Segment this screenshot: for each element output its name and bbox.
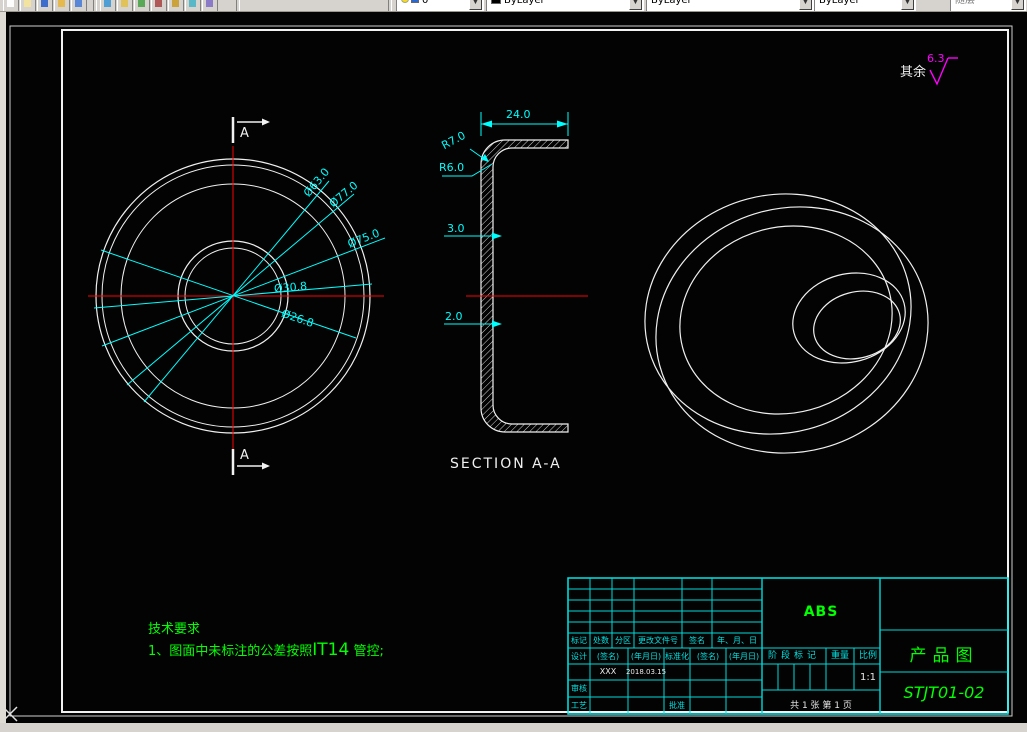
open-file-icon[interactable] (20, 0, 36, 11)
toolbar-separator (236, 0, 240, 11)
undo-icon[interactable] (100, 0, 116, 11)
match-properties-icon[interactable] (185, 0, 201, 11)
layers-dialog-icon[interactable] (202, 0, 218, 11)
color-combo-dropdown-icon[interactable]: ▼ (629, 0, 642, 10)
tb-material: ABS (803, 604, 839, 620)
color-control-value: ByLayer (504, 0, 545, 6)
properties-icon[interactable] (168, 0, 184, 11)
print-icon[interactable] (54, 0, 70, 11)
tb-stage-mark-label: 阶段标记 (767, 651, 820, 661)
linetype-control-value: ByLayer (651, 0, 692, 6)
tech-req-suffix: 管控; (349, 644, 384, 659)
lineweight-control-combo[interactable]: ByLayer ▼ (814, 0, 916, 11)
cad-application-window: { "toolbar": { "layer_value": "0", "colo… (0, 0, 1027, 732)
tb-date-label-2: (年月日) (728, 652, 760, 661)
tb-drawing-number: STJT01-02 (903, 683, 985, 702)
tb-header-date: 年、月、日 (717, 636, 757, 645)
layer-control-value: 0 (422, 0, 429, 6)
linetype-combo-dropdown-icon[interactable]: ▼ (799, 0, 812, 10)
section-letter-top: A (240, 126, 249, 141)
layer-control-combo[interactable]: 0 ▼ (396, 0, 484, 11)
plot-preview-icon[interactable] (71, 0, 87, 11)
layer-combo-dropdown-icon[interactable]: ▼ (469, 0, 482, 10)
tb-drawing-title: 产品图 (909, 646, 979, 666)
plotstyle-control-value: 随层 (955, 0, 975, 6)
status-bar-strip (0, 723, 1027, 732)
section-letter-bottom: A (240, 448, 249, 463)
dim-wall-2: 2.0 (445, 310, 463, 323)
top-toolbar: 0 ▼ ByLayer ▼ ByLayer ▼ ByLayer ▼ 随层 ▼ (0, 0, 1027, 12)
tb-reviewer-label: 审核 (571, 684, 587, 693)
lineweight-combo-dropdown-icon[interactable]: ▼ (901, 0, 914, 10)
tech-requirements-title: 技术要求 (148, 622, 201, 637)
zoom-icon[interactable] (151, 0, 167, 11)
current-color-swatch (491, 0, 501, 4)
tb-date-label-1: (年月日) (630, 652, 662, 661)
isometric-view (644, 193, 929, 454)
section-caption: SECTION A-A (450, 456, 562, 472)
tb-approve-label: 批准 (669, 701, 685, 710)
tb-header-change-file: 更改文件号 (638, 636, 678, 645)
redo-icon[interactable] (117, 0, 133, 11)
plotstyle-combo-dropdown-icon[interactable]: ▼ (1011, 0, 1024, 10)
tb-designer-name: XXX (599, 667, 617, 676)
section-wall-hatched (480, 139, 569, 433)
surface-roughness-value: 6.3 (927, 52, 945, 65)
dim-wall-3: 3.0 (447, 222, 465, 235)
tech-req-tolerance-grade: IT14 (312, 640, 350, 660)
tech-req-prefix: 1、图面中未标注的公差按照 (148, 644, 313, 659)
tb-process-label: 工艺 (571, 701, 587, 710)
tb-scale-value: 1:1 (859, 672, 877, 683)
dim-radius-r6: R6.0 (439, 161, 465, 174)
layer-lock-icon (411, 0, 419, 3)
tb-header-signature: 签名 (689, 636, 705, 645)
layer-on-icon (401, 0, 409, 3)
color-control-combo[interactable]: ByLayer ▼ (486, 0, 644, 11)
tb-sheet-info: 共 1 张 第 1 页 (790, 701, 852, 711)
surface-note-prefix: 其余 (900, 65, 927, 80)
section-view (442, 112, 588, 433)
toolbar-separator (93, 0, 97, 11)
dim-width-24: 24.0 (506, 108, 531, 121)
front-view (88, 117, 386, 475)
pan-icon[interactable] (134, 0, 150, 11)
tb-design-date: 2018.03.15 (625, 668, 667, 676)
new-file-icon[interactable] (3, 0, 19, 11)
tb-sign-label-2: (签名) (696, 652, 720, 661)
lineweight-control-value: ByLayer (819, 0, 860, 6)
tech-requirement-item-1: 1、图面中未标注的公差按照IT14 管控; (148, 640, 384, 660)
toolbar-separator (388, 0, 392, 11)
save-icon[interactable] (37, 0, 53, 11)
window-left-border (0, 11, 6, 723)
linetype-control-combo[interactable]: ByLayer ▼ (646, 0, 814, 11)
tb-sign-label-1: (签名) (596, 652, 620, 661)
plotstyle-control-combo[interactable]: 随层 ▼ (950, 0, 1026, 11)
